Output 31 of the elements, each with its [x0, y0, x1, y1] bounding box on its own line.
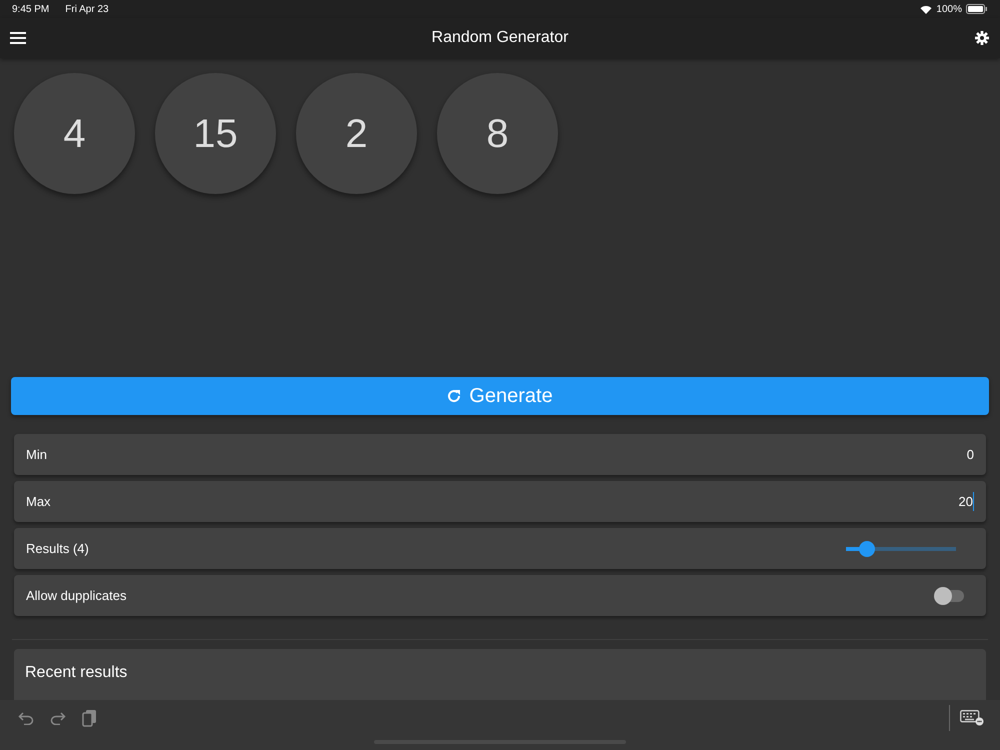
setting-label: Allow dupplicates — [26, 586, 126, 605]
menu-icon — [10, 32, 26, 44]
result-number: 2 — [296, 73, 417, 194]
undo-icon — [18, 711, 34, 725]
focused-input-field[interactable]: 20 — [854, 492, 974, 512]
input-field[interactable]: 0 — [854, 444, 974, 464]
menu-button[interactable] — [10, 32, 26, 44]
battery-icon — [966, 4, 988, 14]
keyboard-icon — [960, 710, 984, 726]
result-number: 15 — [155, 73, 276, 194]
redo-button[interactable] — [50, 711, 66, 725]
setting-label: Results (4) — [26, 540, 89, 558]
settings-icon — [974, 30, 990, 46]
undo-button[interactable] — [18, 711, 34, 725]
status-date: Fri Apr 23 — [65, 2, 109, 16]
wifi-icon — [920, 4, 932, 14]
settings-button[interactable] — [974, 30, 990, 46]
section-title: Recent results — [25, 664, 128, 681]
refresh-icon — [447, 389, 462, 403]
status-time: 9:45 PM — [12, 2, 50, 16]
result-number: 4 — [14, 73, 135, 194]
setting-label: Max — [26, 492, 51, 511]
paste-button[interactable] — [82, 709, 97, 727]
redo-icon — [50, 711, 66, 725]
slider-thumb[interactable] — [858, 540, 875, 556]
app-title: Random Generator — [430, 28, 570, 48]
keyboard-button[interactable] — [960, 710, 984, 726]
setting-label: Min — [26, 446, 47, 464]
result-number: 8 — [437, 73, 558, 194]
clipboard-icon — [82, 709, 97, 727]
battery-percent: 100% — [936, 2, 962, 16]
